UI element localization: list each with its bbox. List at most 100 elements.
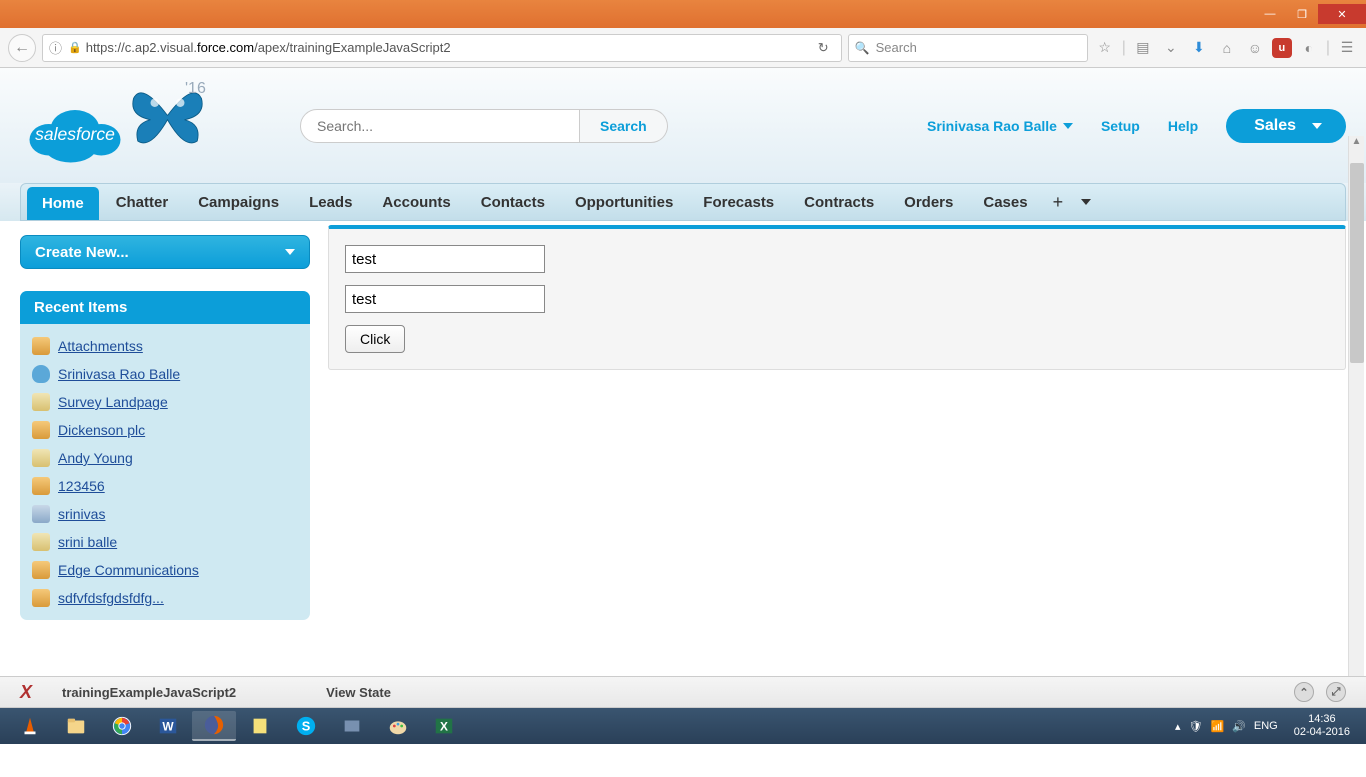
setup-link[interactable]: Setup xyxy=(1101,118,1140,134)
create-new-button[interactable]: Create New... xyxy=(20,235,310,269)
recent-item-link[interactable]: srinivas xyxy=(58,506,105,522)
windows-taskbar: W S X ▴ 🛡 📶 🔊 ENG 14:36 02-04-2016 xyxy=(0,708,1366,744)
tab-chatter[interactable]: Chatter xyxy=(101,184,184,220)
recent-item-link[interactable]: Andy Young xyxy=(58,450,133,466)
tray-chevron-icon[interactable]: ▴ xyxy=(1175,720,1181,733)
sidebar: Create New... Recent Items Attachmentss … xyxy=(20,221,310,676)
text-input-1[interactable] xyxy=(345,245,545,273)
tab-forecasts[interactable]: Forecasts xyxy=(688,184,789,220)
search-placeholder: Search xyxy=(876,40,917,55)
taskbar-excel[interactable]: X xyxy=(422,711,466,741)
browser-toolbar: ← ⓘ 🔒 https://c.ap2.visual.force.com/ape… xyxy=(0,28,1366,68)
tab-leads[interactable]: Leads xyxy=(294,184,367,220)
taskbar-app[interactable] xyxy=(330,711,374,741)
taskbar-explorer[interactable] xyxy=(54,711,98,741)
refresh-icon[interactable]: ↻ xyxy=(812,40,835,56)
salesforce-app: salesforce '16 Search Srinivasa Rao Ball… xyxy=(0,68,1366,676)
global-search-button[interactable]: Search xyxy=(580,109,668,143)
recent-items-list: Attachmentss Srinivasa Rao Balle Survey … xyxy=(20,324,310,620)
reader-icon[interactable]: ▤ xyxy=(1132,37,1154,59)
text-input-2[interactable] xyxy=(345,285,545,313)
clock-time: 14:36 xyxy=(1294,713,1350,726)
home-icon[interactable]: ⌂ xyxy=(1216,37,1238,59)
recent-item-link[interactable]: srini balle xyxy=(58,534,117,550)
tray-language[interactable]: ENG xyxy=(1254,720,1278,732)
tray-shield-icon[interactable]: 🛡 xyxy=(1189,720,1203,733)
x-icon[interactable]: X xyxy=(20,682,32,703)
help-link[interactable]: Help xyxy=(1168,118,1198,134)
download-icon[interactable]: ⬇ xyxy=(1188,37,1210,59)
add-tab-button[interactable]: + xyxy=(1053,192,1064,213)
dev-view-state[interactable]: View State xyxy=(326,685,391,700)
taskbar-chrome[interactable] xyxy=(100,711,144,741)
search-icon: 🔍 xyxy=(855,41,870,55)
taskbar-skype[interactable]: S xyxy=(284,711,328,741)
recent-item-link[interactable]: Attachmentss xyxy=(58,338,143,354)
taskbar-vlc[interactable] xyxy=(8,711,52,741)
tray-network-icon[interactable]: 📶 xyxy=(1210,720,1224,733)
addon-icon[interactable]: ◐ xyxy=(1298,37,1320,59)
window-close-button[interactable]: ✕ xyxy=(1318,4,1366,24)
developer-footer: X trainingExampleJavaScript2 View State … xyxy=(0,676,1366,708)
info-icon[interactable]: ⓘ xyxy=(49,38,62,57)
more-tabs-dropdown[interactable] xyxy=(1081,199,1091,205)
pocket-icon[interactable]: ⌄ xyxy=(1160,37,1182,59)
global-search-input[interactable] xyxy=(300,109,580,143)
recent-item-link[interactable]: Dickenson plc xyxy=(58,422,145,438)
folder-icon xyxy=(32,589,50,607)
tab-contacts[interactable]: Contacts xyxy=(466,184,560,220)
user-menu[interactable]: Srinivasa Rao Balle xyxy=(927,118,1073,134)
expand-icon[interactable]: ⤢ xyxy=(1326,682,1346,702)
tab-campaigns[interactable]: Campaigns xyxy=(183,184,294,220)
svg-text:X: X xyxy=(440,720,448,734)
scrollbar-thumb[interactable] xyxy=(1350,163,1364,363)
salesforce-logo[interactable]: salesforce xyxy=(20,86,140,166)
dev-page-name[interactable]: trainingExampleJavaScript2 xyxy=(62,685,236,700)
tab-accounts[interactable]: Accounts xyxy=(367,184,465,220)
collapse-icon[interactable]: ⌃ xyxy=(1294,682,1314,702)
scrollbar[interactable]: ▲ xyxy=(1348,136,1364,676)
taskbar-word[interactable]: W xyxy=(146,711,190,741)
recent-items-panel: Recent Items Attachmentss Srinivasa Rao … xyxy=(20,291,310,620)
taskbar-clock[interactable]: 14:36 02-04-2016 xyxy=(1286,713,1358,739)
browser-search-bar[interactable]: 🔍 Search xyxy=(848,34,1088,62)
window-minimize-button[interactable]: — xyxy=(1254,4,1286,24)
recent-item: sdfvfdsfgdsfdfg... xyxy=(30,584,300,612)
window-maximize-button[interactable]: ❐ xyxy=(1286,4,1318,24)
bookmark-star-icon[interactable]: ☆ xyxy=(1094,37,1116,59)
url-bar[interactable]: ⓘ 🔒 https://c.ap2.visual.force.com/apex/… xyxy=(42,34,842,62)
recent-item: Andy Young xyxy=(30,444,300,472)
svg-text:salesforce: salesforce xyxy=(35,123,115,143)
smiley-icon[interactable]: ☺ xyxy=(1244,37,1266,59)
tab-cases[interactable]: Cases xyxy=(968,184,1042,220)
recent-item-link[interactable]: Srinivasa Rao Balle xyxy=(58,366,180,382)
vf-page-block: Click xyxy=(328,225,1346,370)
taskbar-firefox[interactable] xyxy=(192,711,236,741)
tray-volume-icon[interactable]: 🔊 xyxy=(1232,720,1246,733)
recent-item-link[interactable]: Survey Landpage xyxy=(58,394,168,410)
tab-orders[interactable]: Orders xyxy=(889,184,968,220)
taskbar-paint[interactable] xyxy=(376,711,420,741)
recent-item: srini balle xyxy=(30,528,300,556)
ublock-icon[interactable]: u xyxy=(1272,38,1292,58)
back-button[interactable]: ← xyxy=(8,34,36,62)
user-icon xyxy=(32,365,50,383)
menu-icon[interactable]: ☰ xyxy=(1336,37,1358,59)
taskbar-notes[interactable] xyxy=(238,711,282,741)
tab-home[interactable]: Home xyxy=(27,187,99,220)
sf-tab-navigation: Home Chatter Campaigns Leads Accounts Co… xyxy=(20,183,1346,221)
recent-item-link[interactable]: Edge Communications xyxy=(58,562,199,578)
click-button[interactable]: Click xyxy=(345,325,405,353)
recent-item-link[interactable]: 123456 xyxy=(58,478,105,494)
recent-item: Dickenson plc xyxy=(30,416,300,444)
window-titlebar: Page Editor - trainingExa... × Page Edit… xyxy=(0,0,1366,28)
tab-contracts[interactable]: Contracts xyxy=(789,184,889,220)
recent-item-link[interactable]: sdfvfdsfgdsfdfg... xyxy=(58,590,164,606)
recent-item: Edge Communications xyxy=(30,556,300,584)
recent-item: Srinivasa Rao Balle xyxy=(30,360,300,388)
folder-icon xyxy=(32,421,50,439)
app-menu[interactable]: Sales xyxy=(1226,109,1346,143)
chevron-down-icon xyxy=(285,249,295,255)
recent-item: 123456 xyxy=(30,472,300,500)
tab-opportunities[interactable]: Opportunities xyxy=(560,184,688,220)
